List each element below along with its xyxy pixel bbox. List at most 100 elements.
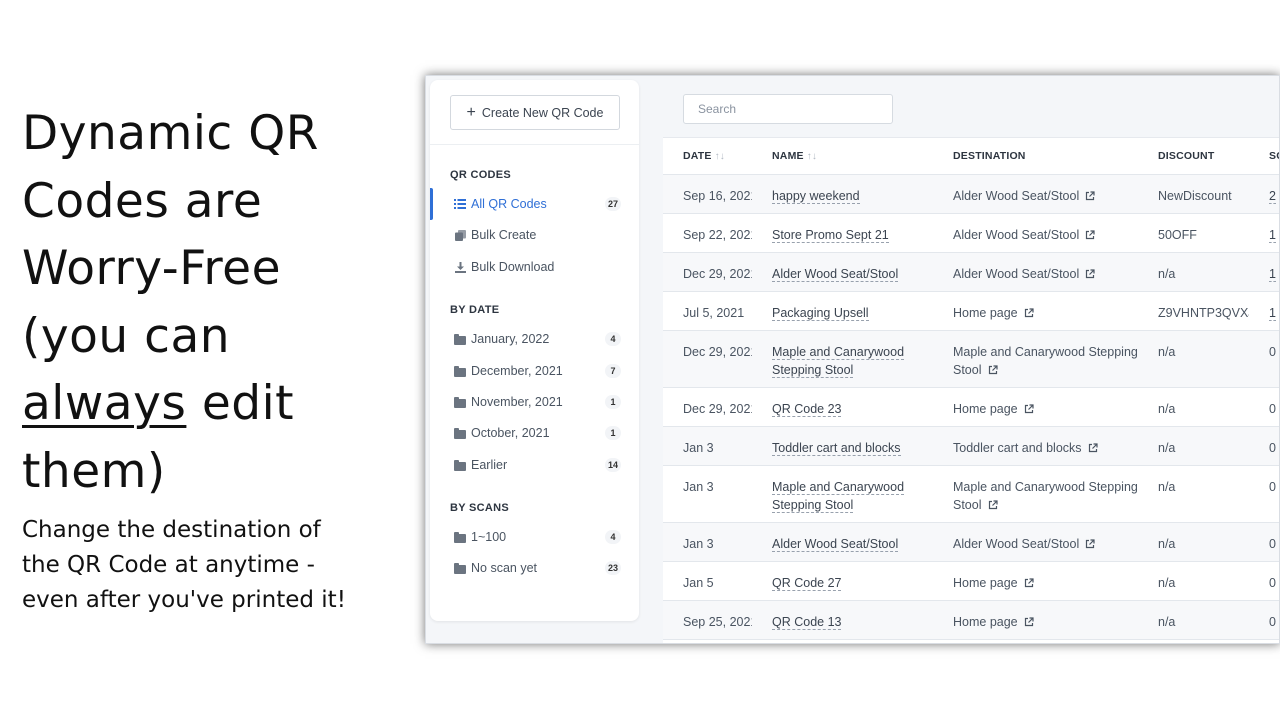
cell-date: Jan 3 [663,465,752,523]
download-icon [454,261,466,273]
section-qr-codes: QR CODES [450,169,512,181]
qr-name-link[interactable]: Packaging Upsell [772,305,869,321]
table-row[interactable]: Sep 22, 2021 Store Promo Sept 21 Alder Woo… [663,213,1279,253]
sidebar-item-october-2021[interactable]: October, 2021 1 [430,420,639,446]
external-link-icon[interactable] [1024,403,1034,414]
destination-text: Home page [953,575,1018,590]
sidebar-item-label: Bulk Create [471,228,537,242]
sidebar-item-december-2021[interactable]: December, 2021 7 [430,358,639,384]
scans-value: 0 [1269,536,1276,551]
count-badge: 4 [605,332,621,346]
external-link-icon[interactable] [1024,307,1034,318]
headline-line-rest: edit [186,376,295,431]
external-link-icon[interactable] [988,500,998,510]
sidebar-item-no-scan-yet[interactable]: No scan yet 23 [430,555,639,581]
cell-destination: Toddler cart and blocks [933,426,1138,466]
sidebar-item-november-2021[interactable]: November, 2021 1 [430,389,639,415]
qr-name-link[interactable]: QR Code 27 [772,575,842,591]
sidebar-item-january-2022[interactable]: January, 2022 4 [430,326,639,352]
cell-name: QR Code 27 [752,561,933,601]
external-link-icon[interactable] [1024,616,1034,627]
sidebar-item-all-qr-codes[interactable]: All QR Codes 27 [430,188,639,220]
headline-line: Codes are [22,173,263,229]
count-badge: 14 [604,458,621,472]
table-row[interactable]: Sep 16, 2021 happy weekend Alder Wood Seat… [663,174,1279,214]
folder-icon [454,396,466,408]
table-row[interactable]: Jan 3 Maple and Canarywood Stepping Stool… [663,465,1279,523]
header-date[interactable]: DATE ↑↓ [663,138,752,175]
cell-destination: Home page [933,387,1138,427]
external-link-icon[interactable] [1024,577,1034,588]
sidebar-item-earlier[interactable]: Earlier 14 [430,452,639,478]
destination-text: Alder Wood Seat/Stool [953,536,1080,551]
external-link-icon[interactable] [1085,229,1095,240]
count-badge: 23 [604,561,621,575]
cell-destination: Maple and Canarywood Stepping Stool [933,330,1138,388]
qr-name-link[interactable]: QR Code 13 [772,614,842,630]
external-link-icon[interactable] [988,365,998,375]
qr-name-link[interactable]: Maple and Canarywood Stepping Stool [772,479,905,513]
cell-scans: 0 [1249,522,1279,562]
cell-date: Jan 3 [663,426,752,466]
cell-scans: 0 [1249,426,1279,466]
app-window: + Create New QR Code QR CODES All QR Cod… [425,75,1280,644]
qr-name-link[interactable]: Toddler cart and blocks [772,440,901,456]
subtext-line: the QR Code at anytime - [22,552,315,578]
headline-line: always edit [22,370,412,438]
section-by-scans: BY SCANS [450,502,510,514]
search-input[interactable] [683,94,893,124]
scans-link[interactable]: 2 [1269,188,1276,204]
qr-name-link[interactable]: Store Promo Sept 21 [772,227,889,243]
external-link-icon[interactable] [1085,538,1095,549]
destination-text: Maple and Canarywood Stepping Stool [953,479,1138,513]
header-name[interactable]: NAME ↑↓ [752,138,933,175]
cell-destination: Alder Wood Seat/Stool [933,252,1138,292]
external-link-icon[interactable] [1085,268,1095,279]
create-qr-label: Create New QR Code [481,105,604,120]
section-by-date: BY DATE [450,304,500,316]
cell-date: Sep 22, 2021 [663,213,752,253]
cell-name: Store Promo Sept 21 [752,213,933,253]
scans-link[interactable]: 1 [1269,305,1276,321]
destination-text: Alder Wood Seat/Stool [953,266,1080,281]
sidebar-item-label: Earlier [471,458,508,472]
cell-discount: NewDiscount [1138,174,1249,214]
qr-name-link[interactable]: Maple and Canarywood Stepping Stool [772,344,905,378]
table-row[interactable]: Dec 29, 2021 Alder Wood Seat/Stool Alder W… [663,252,1279,292]
table-row[interactable]: Jul 5, 2021 Packaging Upsell Home page Z9VH… [663,291,1279,331]
qr-name-link[interactable]: Alder Wood Seat/Stool [772,266,899,282]
cell-date: Jul 5, 2021 [663,291,752,331]
cell-discount: n/a [1138,600,1249,640]
table-row[interactable]: Sep 25, 2021 QR Code 13 Home page n/a 0 [663,600,1279,640]
headline-underlined-word: always [22,376,187,431]
scans-link[interactable]: 1 [1269,227,1276,243]
header-discount: DISCOUNT [1138,138,1249,175]
table-row[interactable]: Jan 3 Alder Wood Seat/Stool Alder Wood Sea… [663,522,1279,562]
external-link-icon[interactable] [1085,190,1095,201]
sidebar-item-bulk-create[interactable]: Bulk Create [430,222,639,248]
table-row[interactable]: Dec 29, 2021 QR Code 23 Home page n/a 0 [663,387,1279,427]
table-row[interactable]: Dec 29, 2021 Maple and Canarywood Steppin… [663,330,1279,388]
scans-link[interactable]: 1 [1269,266,1276,282]
cell-name: Alder Wood Seat/Stool [752,252,933,292]
external-link-icon[interactable] [1088,442,1098,453]
qr-name-link[interactable]: Alder Wood Seat/Stool [772,536,899,552]
plus-icon: + [466,103,476,121]
cell-name: happy weekend [752,174,933,214]
table-row[interactable]: Jan 3 Toddler cart and blocks Toddler cart… [663,426,1279,466]
copy-icon [454,229,466,241]
sidebar-item-bulk-download[interactable]: Bulk Download [430,254,639,280]
cell-destination: Alder Wood Seat/Stool [933,174,1138,214]
qr-name-link[interactable]: QR Code 23 [772,401,842,417]
header-scans: SC [1249,138,1279,175]
create-qr-button[interactable]: + Create New QR Code [450,95,620,130]
sidebar-item-1-100[interactable]: 1~100 4 [430,524,639,550]
cell-discount: n/a [1138,252,1249,292]
table-row[interactable]: Jan 5 QR Code 27 Home page n/a 0 [663,561,1279,601]
sidebar-item-label: December, 2021 [471,364,563,378]
scans-value: 0 [1269,614,1276,629]
count-badge: 1 [605,426,621,440]
folder-icon [454,531,466,543]
qr-name-link[interactable]: happy weekend [772,188,860,204]
scans-value: 0 [1269,401,1276,416]
